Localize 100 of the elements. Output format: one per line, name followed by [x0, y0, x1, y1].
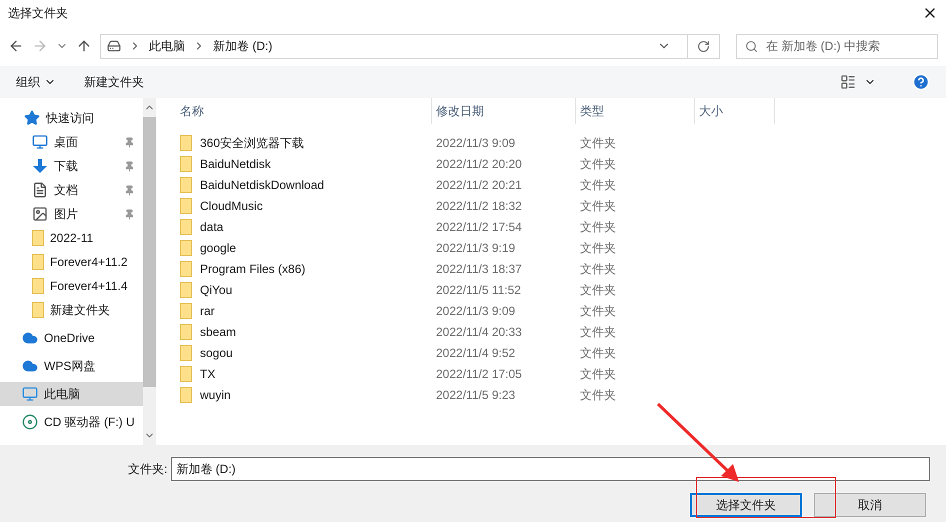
sidebar-label: OneDrive [44, 330, 96, 347]
star-icon [24, 110, 40, 126]
column-header[interactable]: 名称 [176, 98, 432, 124]
file-row[interactable]: BaiduNetdiskDownload 2022/11/2 20:21 文件夹 [176, 174, 946, 195]
sidebar-label: 下载 [54, 158, 79, 175]
file-row[interactable]: google 2022/11/3 9:19 文件夹 [176, 237, 946, 258]
up-icon[interactable] [76, 38, 92, 54]
search-input[interactable]: 在 新加卷 (D:) 中搜索 [766, 37, 929, 55]
file-type: 文件夹 [579, 324, 617, 340]
file-row[interactable]: QiYou 2022/11/5 11:52 文件夹 [176, 279, 946, 300]
file-type: 文件夹 [579, 366, 617, 382]
sidebar-item[interactable]: 此电脑 [0, 382, 143, 406]
column-header[interactable]: 大小 [695, 98, 775, 124]
modified-date: 2022/11/2 20:21 [435, 176, 523, 194]
folder-label: 文件夹: [128, 461, 168, 478]
search-field[interactable]: 在 新加卷 (D:) 中搜索 [736, 34, 938, 58]
sidebar-item[interactable]: 桌面 [0, 130, 143, 154]
sidebar-label: CD 驱动器 (F:) U [44, 414, 135, 431]
folder-icon [180, 344, 192, 360]
sidebar-item[interactable]: 下载 [0, 154, 143, 178]
sidebar-item[interactable]: 新建文件夹 [0, 298, 143, 322]
refresh-icon [697, 40, 710, 52]
file-row[interactable]: CloudMusic 2022/11/2 18:32 文件夹 [176, 195, 946, 216]
dialog-button[interactable]: 取消 [814, 493, 926, 517]
folder-icon [32, 278, 44, 294]
scrollbar[interactable] [142, 98, 156, 445]
file-row[interactable]: wuyin 2022/11/5 9:23 文件夹 [176, 384, 946, 405]
sidebar-label: WPS网盘 [44, 358, 96, 375]
new-folder-button[interactable]: 新建文件夹 [84, 73, 144, 91]
file-row[interactable]: Program Files (x86) 2022/11/3 18:37 文件夹 [176, 258, 946, 279]
modified-date: 2022/11/3 9:09 [435, 302, 516, 320]
window-title: 选择文件夹 [8, 5, 68, 22]
file-type: 文件夹 [579, 198, 617, 214]
modified-date: 2022/11/2 20:20 [435, 156, 523, 172]
sidebar-item[interactable]: 2022-11 [0, 226, 143, 250]
file-name: BaiduNetdiskDownload [200, 176, 324, 194]
sidebar-item[interactable]: 快速访问 [0, 106, 143, 130]
folder-icon [32, 254, 44, 270]
disc-icon [22, 414, 38, 430]
file-type: 文件夹 [579, 282, 617, 298]
back-icon[interactable] [8, 38, 24, 54]
file-type: 文件夹 [579, 344, 617, 362]
file-type: 文件夹 [579, 260, 617, 278]
folder-icon [180, 240, 192, 256]
breadcrumb[interactable]: 此电脑 [149, 37, 185, 55]
file-row[interactable]: TX 2022/11/2 17:05 文件夹 [176, 363, 946, 384]
folder-icon [180, 156, 192, 172]
organize-button[interactable]: 组织 [16, 73, 56, 91]
file-row[interactable]: data 2022/11/2 17:54 文件夹 [176, 216, 946, 237]
sidebar-item[interactable]: CD 驱动器 (F:) U [0, 410, 143, 434]
file-name: TX [200, 366, 216, 382]
sidebar-item[interactable]: WPS网盘 [0, 354, 143, 378]
sidebar-item[interactable]: OneDrive [0, 326, 143, 350]
sidebar-label: 桌面 [54, 134, 79, 151]
file-name: CloudMusic [200, 198, 263, 214]
sidebar-item[interactable]: Forever4+11.2 [0, 250, 143, 274]
column-header[interactable]: 修改日期 [432, 98, 576, 124]
modified-date: 2022/11/5 9:23 [435, 386, 516, 404]
modified-date: 2022/11/5 11:52 [435, 282, 522, 298]
file-row[interactable]: rar 2022/11/3 9:09 文件夹 [176, 300, 946, 321]
sidebar-label: 2022-11 [50, 230, 94, 247]
sidebar-label: 图片 [54, 206, 79, 223]
dialog-button[interactable]: 选择文件夹 [690, 493, 802, 517]
scroll-thumb[interactable] [142, 117, 156, 387]
file-type: 文件夹 [579, 386, 617, 404]
sidebar-item[interactable]: 图片 [0, 202, 143, 226]
folder-icon [180, 302, 192, 318]
sidebar-item[interactable]: 文档 [0, 178, 143, 202]
folder-icon [180, 282, 192, 298]
sidebar-label: Forever4+11.4 [50, 278, 128, 295]
picture-icon [32, 206, 48, 222]
folder-icon [32, 302, 44, 318]
folder-icon [180, 324, 192, 340]
desktop-icon [32, 134, 48, 150]
file-name: google [200, 240, 236, 256]
modified-date: 2022/11/2 17:05 [435, 366, 523, 382]
file-row[interactable]: sbeam 2022/11/4 20:33 文件夹 [176, 321, 946, 342]
help-icon[interactable] [912, 73, 930, 91]
file-type: 文件夹 [579, 134, 617, 152]
document-icon [32, 182, 48, 198]
file-name: wuyin [200, 386, 231, 404]
modified-date: 2022/11/4 9:52 [435, 344, 516, 362]
folder-input[interactable]: 新加卷 (D:) [171, 457, 930, 481]
column-header[interactable]: 类型 [576, 98, 695, 124]
file-name: sogou [200, 344, 233, 362]
sidebar-item[interactable]: Forever4+11.4 [0, 274, 143, 298]
breadcrumb[interactable]: 新加卷 (D:) [213, 37, 272, 55]
folder-icon [180, 386, 192, 402]
view-icon[interactable] [840, 74, 856, 90]
file-row[interactable]: 360安全浏览器下载 2022/11/3 9:09 文件夹 [176, 132, 946, 153]
sidebar-label: Forever4+11.2 [50, 254, 128, 271]
cloud-icon [22, 358, 38, 374]
sidebar-label: 新建文件夹 [50, 302, 111, 319]
sidebar-label: 文档 [54, 182, 79, 199]
file-row[interactable]: BaiduNetdisk 2022/11/2 20:20 文件夹 [176, 153, 946, 174]
modified-date: 2022/11/3 9:09 [435, 134, 516, 152]
address-bar[interactable]: 此电脑 新加卷 (D:) [100, 34, 720, 58]
search-icon [745, 40, 758, 52]
file-type: 文件夹 [579, 240, 617, 256]
file-row[interactable]: sogou 2022/11/4 9:52 文件夹 [176, 342, 946, 363]
